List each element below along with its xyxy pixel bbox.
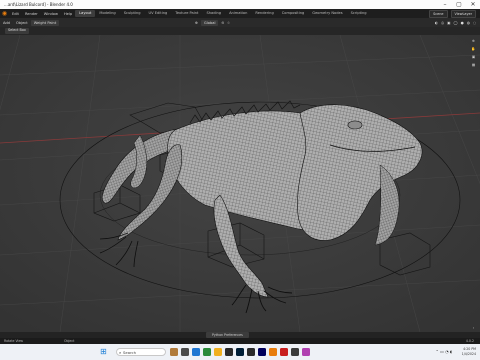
viewport-canvas xyxy=(0,35,480,332)
app-icon-6[interactable] xyxy=(225,348,233,356)
search-placeholder: Search xyxy=(123,350,137,355)
menu-help[interactable]: Help xyxy=(61,12,75,16)
maximize-button[interactable]: ▢ xyxy=(452,0,466,9)
menu-edit[interactable]: Edit xyxy=(9,12,22,16)
tab-layout[interactable]: Layout xyxy=(75,10,96,17)
overlays-icon[interactable]: ◎ xyxy=(441,21,444,25)
wireframe-shading-icon[interactable]: ◯ xyxy=(454,21,458,25)
photoshop-icon[interactable] xyxy=(236,348,244,356)
menu-render[interactable]: Render xyxy=(22,12,41,16)
zoom-icon[interactable]: ⊕ xyxy=(471,39,476,44)
chrome-icon[interactable] xyxy=(203,348,211,356)
blender-logo-icon[interactable]: ◉ xyxy=(0,9,9,18)
app-icon-13[interactable] xyxy=(302,348,310,356)
tab-texture-paint[interactable]: Texture Paint xyxy=(171,10,202,17)
tab-uv-editing[interactable]: UV Editing xyxy=(145,10,172,17)
after-effects-icon[interactable] xyxy=(258,348,266,356)
window-title: ...ard\Lizard Bulcord] - Blender 4.0 xyxy=(4,2,73,7)
viewport-header: Add Object Weight Paint ⊕ Global ⊙ ⌾ ◐ ◎… xyxy=(0,18,480,27)
pivot-icon[interactable]: ⊙ xyxy=(221,21,224,25)
camera-view-icon[interactable]: ▣ xyxy=(471,55,476,60)
tab-shading[interactable]: Shading xyxy=(202,10,225,17)
acrobat-icon[interactable] xyxy=(280,348,288,356)
taskbar-pinned-apps xyxy=(170,348,313,356)
search-icon: ⌕ xyxy=(119,350,122,355)
tab-animation[interactable]: Animation xyxy=(225,10,251,17)
tab-geometry-nodes[interactable]: Geometry Nodes xyxy=(308,10,346,17)
tab-sculpting[interactable]: Sculpting xyxy=(120,10,145,17)
app-icon-8[interactable] xyxy=(247,348,255,356)
xray-icon[interactable]: ▣ xyxy=(447,21,450,25)
clock-date: 1/4/2024 xyxy=(461,351,476,356)
rendered-shading-icon[interactable]: ◌ xyxy=(473,21,476,25)
scene-controls: Scene ViewLayer xyxy=(429,9,480,18)
material-shading-icon[interactable]: ◍ xyxy=(467,21,470,25)
solid-shading-icon[interactable]: ● xyxy=(461,21,464,25)
window-title-bar: ...ard\Lizard Bulcord] - Blender 4.0 – ▢… xyxy=(0,0,480,9)
edge-icon[interactable] xyxy=(192,348,200,356)
visibility-icon[interactable]: ◐ xyxy=(435,21,438,25)
blender-top-bar: ◉ Edit Render Window Help Layout Modelin… xyxy=(0,9,480,18)
tab-scripting[interactable]: Scripting xyxy=(347,10,371,17)
blender-taskbar-icon[interactable] xyxy=(269,348,277,356)
clock-time: 4:20 PM xyxy=(463,347,476,351)
pan-hand-icon[interactable]: ✋ xyxy=(471,47,476,52)
perspective-toggle-icon[interactable]: ▦ xyxy=(471,63,476,68)
windows-start-icon[interactable]: ⊞ xyxy=(100,348,107,356)
tab-modeling[interactable]: Modeling xyxy=(95,10,119,17)
minimize-button[interactable]: – xyxy=(438,0,452,9)
taskbar-search[interactable]: ⌕ Search xyxy=(116,348,166,356)
zbrush-icon[interactable] xyxy=(291,348,299,356)
close-button[interactable]: ✕ xyxy=(466,0,480,9)
view-layer-selector[interactable]: ViewLayer xyxy=(450,9,476,18)
menu-window[interactable]: Window xyxy=(41,12,61,16)
os-taskbar: ⊞ ⌕ Search ⌃ ▭ ◔ ◖ 4:20 PM 1/4/2024 xyxy=(0,344,480,360)
viewport-menu-icon[interactable]: ‹ xyxy=(471,326,476,331)
orientation-dropdown[interactable]: Global xyxy=(201,19,219,26)
add-menu[interactable]: Add xyxy=(0,21,13,25)
window-controls: – ▢ ✕ xyxy=(438,0,480,9)
file-explorer-icon[interactable] xyxy=(214,348,222,356)
object-menu[interactable]: Object xyxy=(13,21,31,25)
system-tray-icons[interactable]: ⌃ ▭ ◔ ◖ xyxy=(435,349,452,354)
transform-controls: ⊕ Global ⊙ ⌾ xyxy=(195,19,230,26)
system-clock[interactable]: 4:20 PM 1/4/2024 xyxy=(462,347,476,356)
orientation-icon: ⊕ xyxy=(195,20,199,25)
viewport-shading-controls: ◐ ◎ ▣ ◯ ● ◍ ◌ xyxy=(435,21,476,25)
3d-viewport[interactable]: ⊕ ✋ ▣ ▦ ‹ xyxy=(0,35,480,332)
mode-dropdown[interactable]: Weight Paint xyxy=(30,19,60,26)
task-view-icon[interactable] xyxy=(181,348,189,356)
scene-selector[interactable]: Scene xyxy=(429,9,448,18)
snap-icon[interactable]: ⌾ xyxy=(228,21,230,25)
lizard-eye xyxy=(347,120,363,130)
tab-compositing[interactable]: Compositing xyxy=(278,10,309,17)
select-mode-dropdown[interactable]: Select Box xyxy=(5,28,29,34)
tool-settings-header: Select Box xyxy=(0,27,480,35)
tab-rendering[interactable]: Rendering xyxy=(251,10,277,17)
app-icon-1[interactable] xyxy=(170,348,178,356)
